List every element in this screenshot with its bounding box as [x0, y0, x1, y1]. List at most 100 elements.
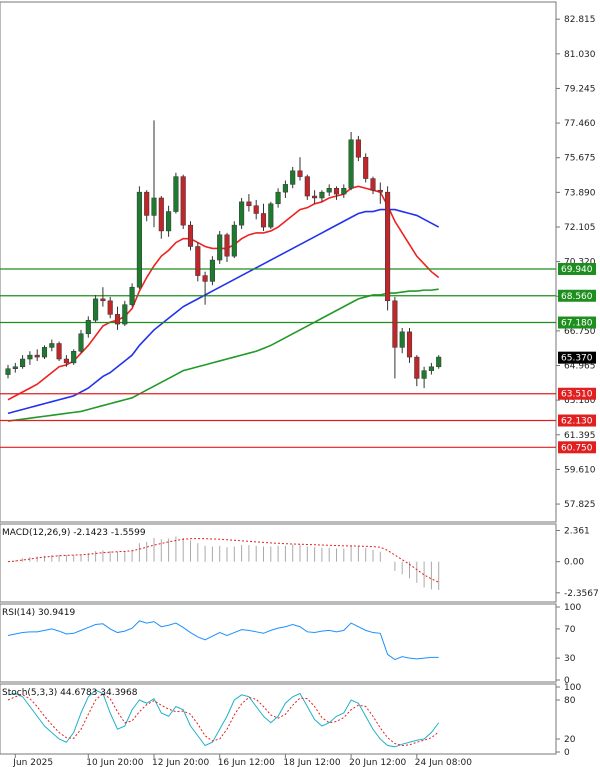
rsi-panel-frame	[0, 603, 557, 683]
stoch-tick-label: 20	[564, 735, 576, 745]
price-tick-label: 77.460	[564, 119, 596, 129]
candle-body	[122, 304, 128, 325]
chart-canvas: 82.815 81.030 79.245 77.460 75.675 73.890 72.1…	[0, 1, 599, 767]
time-tick-label: 12 Jun 20:00	[152, 758, 209, 767]
price-tick-label: 57.825	[564, 500, 596, 510]
macd-label: MACD(12,26,9) -2.1423 -1.5599	[2, 528, 146, 538]
price-tick-label: 75.675	[564, 154, 596, 164]
level-badge-label: 69.940	[561, 265, 593, 275]
candle-body	[297, 170, 303, 177]
candle-body	[304, 176, 310, 197]
candle-body	[180, 176, 186, 226]
candle-body	[195, 246, 201, 276]
moving-average-lines	[7, 185, 440, 422]
stoch-tick-label: 80	[564, 696, 576, 706]
time-tick-label: 10 Jun 20:00	[86, 758, 143, 767]
candle-body	[100, 298, 106, 302]
candle-body	[56, 343, 62, 360]
candle-body	[93, 298, 99, 321]
stoch-tick-label: 0	[564, 748, 570, 758]
stoch-tick-label: 100	[564, 683, 581, 693]
candle-body	[34, 354, 40, 358]
candle-body	[151, 197, 157, 216]
candle-body	[71, 351, 77, 364]
price-tick-label: 79.245	[564, 84, 596, 94]
support-resistance-levels: 69.940 68.560 67.180 63.510 62.130 60.750	[0, 262, 596, 454]
candle-body	[355, 139, 361, 158]
level-badge-label: 60.750	[561, 443, 593, 453]
level-badge-label: 67.180	[561, 319, 593, 329]
candle-body	[27, 354, 33, 360]
candle-body	[275, 191, 281, 205]
macd-tick-label: 2.361	[564, 526, 590, 536]
candle-body	[166, 211, 172, 232]
candle-body	[231, 224, 237, 257]
macd-tick-label: -2.3567	[564, 589, 599, 599]
candle-body	[78, 333, 84, 352]
stoch-d-line	[7, 692, 440, 747]
candle-body	[312, 195, 318, 199]
price-tick-label: 59.610	[564, 465, 596, 475]
candle-body	[392, 300, 398, 348]
candle-body	[20, 358, 26, 368]
candle-body	[319, 191, 325, 199]
candle-body	[173, 176, 179, 212]
time-tick-label: 20 Jun 12:00	[349, 758, 406, 767]
rsi-line	[7, 620, 439, 661]
stoch-label: Stoch(5,3,3) 44.6783 34.3968	[2, 688, 138, 698]
macd-signal-line	[7, 538, 439, 583]
candle-body	[136, 191, 142, 288]
candle-body	[399, 331, 405, 348]
candle-body	[333, 188, 340, 195]
moving-average-line	[7, 208, 440, 415]
candle-body	[260, 213, 267, 228]
level-badge-label: 68.560	[561, 292, 593, 302]
candle-body	[348, 139, 354, 189]
moving-average-line	[7, 185, 440, 401]
candle-body	[144, 191, 150, 216]
stoch-k-line	[7, 689, 440, 748]
candle-body	[63, 358, 69, 364]
candle-body	[421, 370, 427, 379]
rsi-label: RSI(14) 30.9419	[2, 608, 75, 618]
candle-body	[239, 201, 245, 226]
level-badge-label: 62.130	[561, 417, 593, 427]
candle-body	[246, 201, 252, 206]
candle-body	[217, 234, 223, 261]
price-tick-label: 61.395	[564, 431, 596, 441]
price-tick-label: 73.890	[564, 188, 596, 198]
current-price-marker: 65.370	[558, 351, 596, 364]
candle-body	[158, 197, 164, 232]
price-tick-label: 72.105	[564, 223, 596, 233]
time-axis: Jun 2025 10 Jun 20:00 12 Jun 20:00 16 Jun 1…	[12, 754, 472, 767]
candle-body	[114, 314, 121, 325]
candle-body	[202, 275, 208, 282]
candle-body	[377, 189, 383, 193]
rsi-tick-label: 70	[564, 625, 576, 635]
price-axis: 82.815 81.030 79.245 77.460 75.675 73.890 72.1…	[556, 15, 596, 510]
candle-body	[41, 347, 48, 358]
candle-body	[363, 156, 369, 179]
time-tick-label: 24 Jun 08:00	[415, 758, 472, 767]
time-tick-label: 16 Jun 12:00	[218, 758, 275, 767]
candle-body	[253, 205, 259, 214]
level-badge-label: 63.510	[561, 390, 593, 400]
candle-body	[209, 259, 215, 282]
candle-body	[12, 366, 18, 369]
candle-body	[406, 331, 413, 358]
rsi-tick-label: 30	[564, 654, 576, 664]
candle-body	[282, 184, 288, 193]
candle-body	[341, 188, 347, 195]
candle-body	[107, 300, 113, 315]
price-panel-frame	[0, 1, 557, 523]
time-tick-label: 18 Jun 12:00	[283, 758, 340, 767]
candle-body	[428, 366, 434, 371]
candlesticks	[5, 120, 442, 389]
candle-body	[326, 188, 332, 193]
candle-body	[436, 356, 442, 368]
price-tick-label: 81.030	[564, 50, 596, 60]
price-tick-label: 82.815	[564, 15, 596, 25]
candle-body	[85, 319, 91, 335]
candle-body	[370, 178, 376, 191]
rsi-indicator: 10070300	[7, 603, 581, 686]
